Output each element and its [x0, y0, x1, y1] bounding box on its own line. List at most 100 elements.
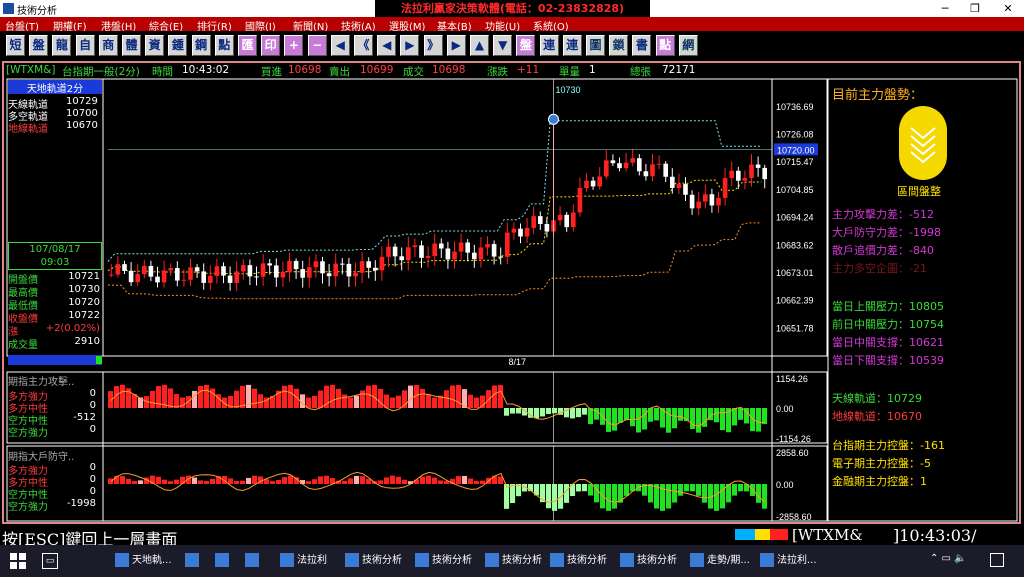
- sub1-y-tick-2: -1154.26: [776, 434, 811, 444]
- scroll-thumb[interactable]: [96, 356, 102, 364]
- sub2-bar: [552, 484, 558, 511]
- cursor-date: 107/08/17: [29, 244, 81, 255]
- legend-swatch-blue: [735, 529, 755, 540]
- sub1-bar: [552, 408, 558, 414]
- sub2-bar: [252, 475, 258, 484]
- sub1-bar: [150, 391, 156, 408]
- candle-body: [458, 242, 464, 252]
- sub1-bar: [168, 388, 174, 408]
- taskbar-item-10[interactable]: 走勢/期...: [690, 548, 750, 574]
- candle-body: [696, 201, 702, 209]
- sub1-bar: [456, 385, 462, 408]
- sub1-bar: [432, 397, 438, 408]
- candle-body: [141, 265, 147, 275]
- level-value-3: 10539: [909, 354, 944, 367]
- sub1-bar: [288, 384, 294, 408]
- candle-body: [306, 267, 312, 278]
- sub2-bar: [306, 481, 312, 484]
- sub2-bar: [666, 484, 672, 509]
- taskbar-item-7[interactable]: 技術分析: [485, 548, 542, 574]
- taskbar-item-3[interactable]: [245, 548, 262, 574]
- candle-body: [749, 164, 754, 179]
- candle-body: [471, 252, 477, 260]
- candle-body: [570, 212, 576, 228]
- candle-body: [518, 228, 523, 237]
- high-marker-label: 10730: [556, 85, 581, 95]
- sub2-bar: [234, 480, 240, 484]
- level-value-1: 10754: [909, 318, 944, 331]
- candle-body: [188, 267, 193, 280]
- task-view-icon[interactable]: ▭: [42, 553, 58, 569]
- force-label-3: 主力多空企圖: [832, 262, 898, 275]
- sub2-bar: [414, 479, 420, 484]
- y-tick-6: 10673.01: [776, 268, 814, 278]
- sub2-bar: [588, 484, 594, 496]
- sub1-bar: [240, 385, 246, 408]
- candle-body: [366, 261, 372, 268]
- sub1-title[interactable]: 期指主力攻擊..: [8, 373, 74, 388]
- sub2-bar: [228, 478, 234, 484]
- app-window: 技術分析 法拉利贏家決策軟體(電話：02-23832828) ─ ❐ ✕ 台盤(…: [0, 0, 1024, 577]
- sub2-bar: [546, 484, 552, 509]
- taskbar-item-4[interactable]: 法拉利: [280, 548, 327, 574]
- candle-body: [135, 274, 141, 283]
- sub1-bar: [390, 397, 396, 408]
- taskbar-app-icon: [485, 553, 499, 567]
- right-track-label-1: 地線軌道: [832, 410, 876, 423]
- sub1-bar: [696, 408, 702, 433]
- tray-icons[interactable]: ⌃ ▭ 🔈: [930, 553, 967, 564]
- taskbar-item-5[interactable]: 技術分析: [345, 548, 402, 574]
- taskbar-app-icon: [345, 553, 359, 567]
- x-axis-label: 8/17: [509, 357, 527, 367]
- notification-icon[interactable]: [990, 553, 1004, 567]
- candle-body: [755, 164, 761, 168]
- sub1-bar: [642, 408, 648, 430]
- taskbar-item-6[interactable]: 技術分析: [415, 548, 472, 574]
- candle-body: [339, 263, 345, 265]
- footer-clock-text: 10:43:03: [899, 526, 972, 545]
- force-label-0: 主力攻擊力差: [832, 208, 898, 221]
- y-tick-7: 10662.39: [776, 296, 814, 306]
- candle-body: [379, 256, 385, 271]
- sub2-row-value-0: 0: [89, 462, 96, 473]
- candle-body: [617, 163, 622, 169]
- taskbar-item-9[interactable]: 技術分析: [620, 548, 677, 574]
- sub2-bar: [492, 475, 498, 484]
- sub1-bar: [174, 394, 180, 408]
- taskbar-app-icon: [245, 553, 259, 567]
- taskbar-item-2[interactable]: [215, 548, 232, 574]
- candle-body: [287, 261, 292, 272]
- quote-value-1: 10730: [68, 284, 100, 295]
- control-label-0: 台指期主力控盤: [832, 439, 909, 452]
- sub1-row-value-3: 0: [89, 424, 96, 435]
- sub2-bar: [156, 476, 162, 484]
- level-label-3: 當日下關支撐: [832, 354, 898, 367]
- candle-body: [716, 197, 721, 206]
- candle-body: [115, 264, 121, 275]
- sub2-bar: [756, 484, 762, 503]
- candle-body: [148, 265, 154, 277]
- taskbar-item-11[interactable]: 法拉利...: [760, 548, 817, 574]
- sub2-bar: [108, 478, 114, 484]
- taskbar-item-8[interactable]: 技術分析: [550, 548, 607, 574]
- sub2-title[interactable]: 期指大戶防守..: [8, 448, 74, 463]
- sub1-bar: [378, 388, 384, 408]
- taskbar-item-1[interactable]: [185, 548, 202, 574]
- sub1-bar: [690, 408, 696, 429]
- candle-body: [663, 163, 669, 177]
- taskbar-app-icon: [760, 553, 774, 567]
- sub2-bar: [474, 480, 480, 484]
- sub1-bar: [624, 408, 630, 420]
- sub2-row-value-3: -1998: [66, 498, 96, 509]
- taskbar-label: 技術分析: [502, 555, 542, 566]
- windows-start-icon[interactable]: [10, 553, 26, 569]
- right-track-value-0: 10729: [887, 392, 922, 405]
- scroll-bar[interactable]: [8, 355, 102, 365]
- taskbar-item-0[interactable]: 天地軌...: [115, 548, 172, 574]
- indicator-header[interactable]: 天地軌道2分: [8, 80, 102, 95]
- control-label-1: 電子期主力控盤: [832, 457, 909, 470]
- sub1-bar: [504, 408, 510, 416]
- candle-body: [577, 187, 583, 213]
- sub1-bar: [360, 390, 366, 408]
- sub1-bar: [534, 408, 540, 419]
